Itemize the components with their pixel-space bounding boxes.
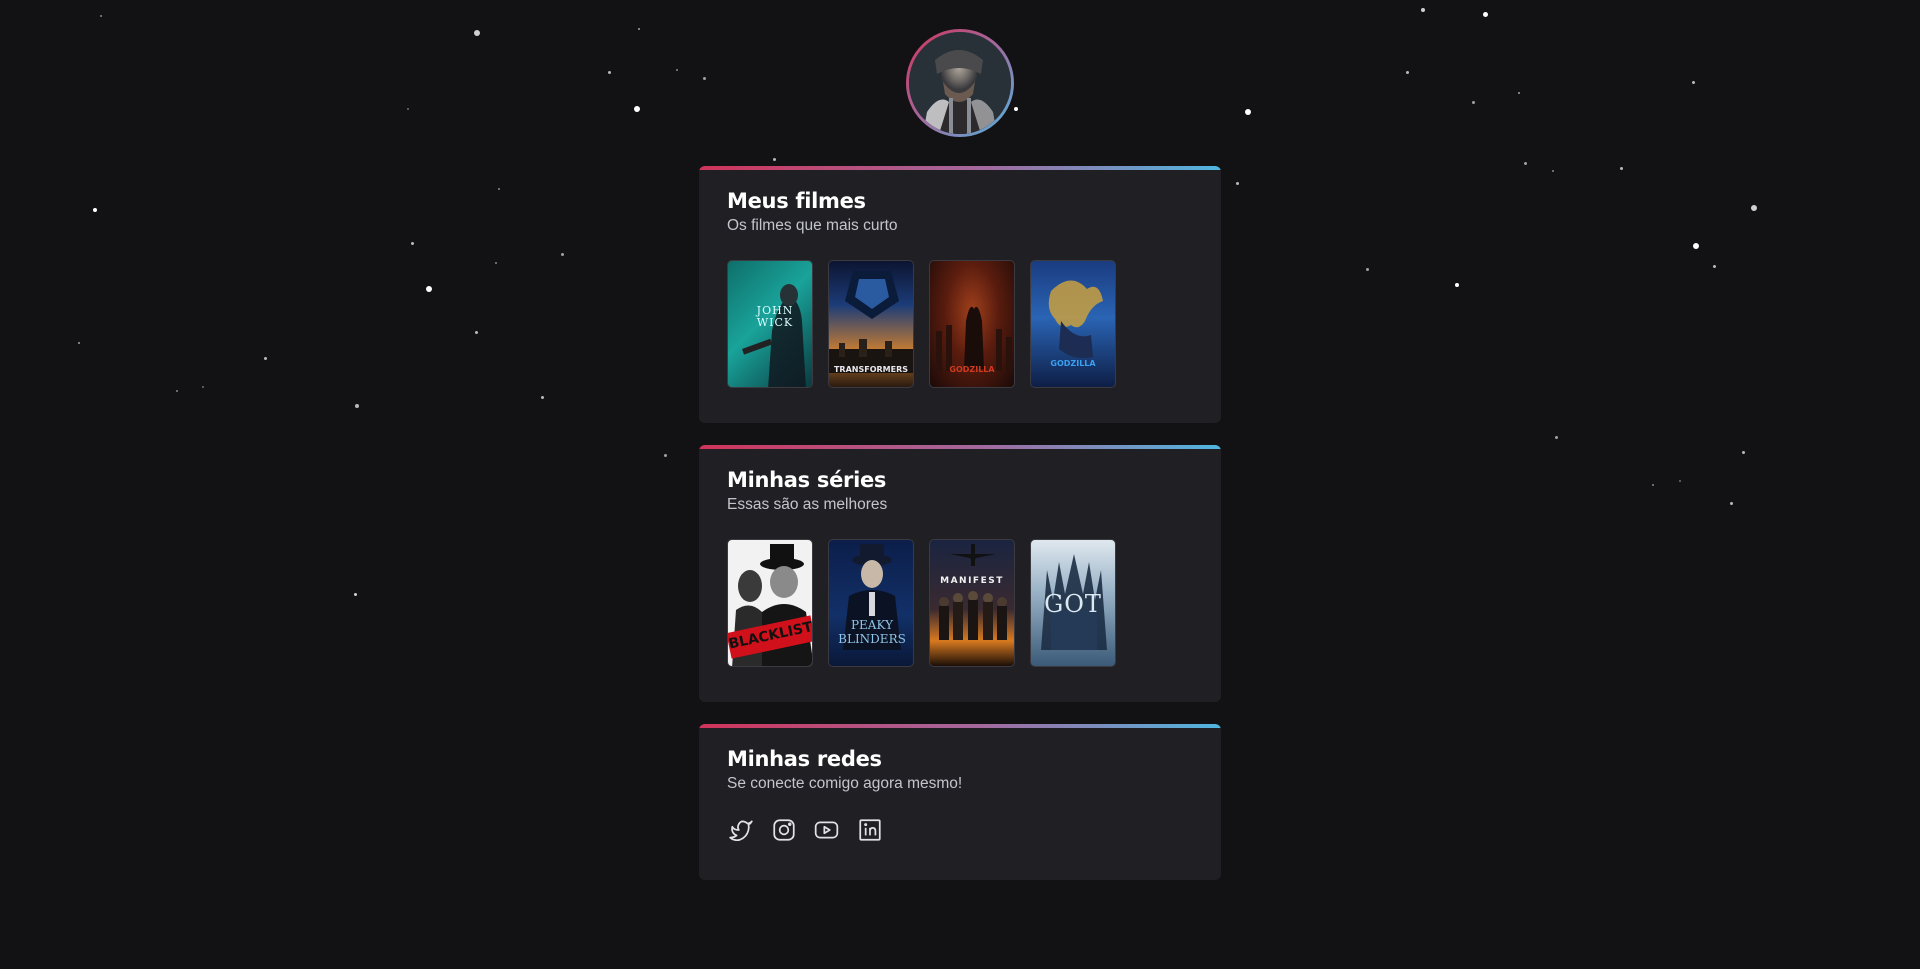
series-card: Minhas séries Essas são as melhores BLAC… xyxy=(699,445,1221,702)
poster-label: MANIFEST xyxy=(940,576,1004,586)
poster-peaky-blinders[interactable]: PEAKY BLINDERS xyxy=(828,539,914,667)
poster-label: TRANSFORMERS xyxy=(833,365,909,374)
instagram-icon[interactable] xyxy=(770,816,797,843)
poster-label: GODZILLA xyxy=(949,365,995,374)
poster-godzilla[interactable]: GODZILLA xyxy=(929,260,1015,388)
poster-john-wick[interactable]: JOHN WICK xyxy=(727,260,813,388)
series-subtitle: Essas são as melhores xyxy=(727,496,888,513)
twitter-icon[interactable] xyxy=(727,816,754,843)
poster-blacklist[interactable]: BLACKLIST xyxy=(727,539,813,667)
poster-manifest[interactable]: MANIFEST xyxy=(929,539,1015,667)
page: Meus filmes Os filmes que mais curto JOH… xyxy=(0,0,1920,969)
linkedin-icon[interactable] xyxy=(856,816,883,843)
socials-card: Minhas redes Se conecte comigo agora mes… xyxy=(699,724,1221,880)
profile-photo xyxy=(909,32,1011,134)
poster-godzilla-king[interactable]: GODZILLA xyxy=(1030,260,1116,388)
socials-title: Minhas redes xyxy=(727,747,882,771)
socials-subtitle: Se conecte comigo agora mesmo! xyxy=(727,775,963,792)
poster-label: JOHN WICK xyxy=(756,304,794,329)
social-links xyxy=(727,816,1193,843)
poster-label: GODZILLA xyxy=(1050,359,1096,368)
avatar xyxy=(906,29,1014,137)
movies-subtitle: Os filmes que mais curto xyxy=(727,217,898,234)
movies-poster-list: JOHN WICK TRANSFORMERS GODZILLA GODZILLA xyxy=(727,260,1193,388)
movies-title: Meus filmes xyxy=(727,189,866,213)
poster-transformers[interactable]: TRANSFORMERS xyxy=(828,260,914,388)
series-title: Minhas séries xyxy=(727,468,887,492)
series-poster-list: BLACKLIST PEAKY BLINDERS MANIFEST GOT xyxy=(727,539,1193,667)
poster-got[interactable]: GOT xyxy=(1030,539,1116,667)
poster-label: PEAKY BLINDERS xyxy=(838,618,906,646)
youtube-icon[interactable] xyxy=(813,816,840,843)
poster-label: GOT xyxy=(1044,590,1102,618)
movies-card: Meus filmes Os filmes que mais curto JOH… xyxy=(699,166,1221,423)
